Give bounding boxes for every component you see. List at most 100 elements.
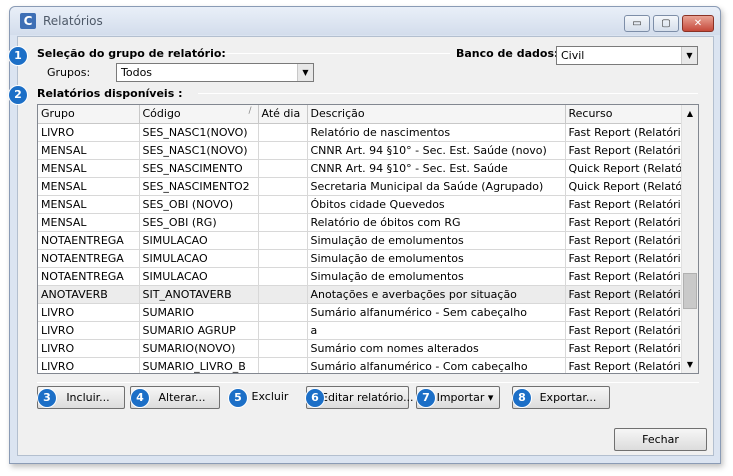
section-divider xyxy=(198,93,698,94)
cell-ate-dia xyxy=(258,303,308,322)
reports-section-heading: Relatórios disponíveis : xyxy=(37,87,183,100)
table-row[interactable]: LIVRO SUMARIO_LIVRO_B Sumário alfanumérico… xyxy=(38,357,691,373)
incluir-label: Incluir... xyxy=(66,391,110,404)
cell-grupo: MENSAL xyxy=(38,159,140,178)
cell-ate-dia xyxy=(258,267,308,286)
column-header-codigo[interactable]: Código / xyxy=(139,105,259,124)
chevron-down-icon[interactable]: ▼ xyxy=(297,64,313,81)
cell-ate-dia xyxy=(258,159,308,178)
cell-codigo: SES_OBI (RG) xyxy=(139,213,259,232)
groups-select[interactable]: Todos ▼ xyxy=(116,63,314,82)
fechar-button[interactable]: Fechar xyxy=(614,428,707,451)
database-select[interactable]: Civil ▼ xyxy=(556,46,698,65)
table-row[interactable]: NOTAENTREGA SIMULACAO Simulação de emolume… xyxy=(38,231,691,250)
cell-ate-dia xyxy=(258,321,308,340)
reports-grid: Grupo Código / Até dia Descrição Recurso… xyxy=(38,105,691,373)
cell-recurso: Quick Report (Relatóri xyxy=(565,159,691,178)
exportar-label: Exportar... xyxy=(539,391,597,404)
cell-recurso: Fast Report (Relatório xyxy=(565,123,691,142)
badge-8: 8 xyxy=(513,389,531,407)
title-bar[interactable]: C Relatórios ▭ ▢ ✕ xyxy=(10,7,720,35)
cell-ate-dia xyxy=(258,195,308,214)
table-row[interactable]: MENSAL SES_NASCIMENTO2 Secretaria Municipa… xyxy=(38,177,691,196)
column-header-recurso[interactable]: Recurso xyxy=(565,105,691,124)
cell-codigo: SES_NASC1(NOVO) xyxy=(139,141,259,160)
table-row[interactable]: LIVRO SUMARIO Sumário alfanumérico - Sem c… xyxy=(38,303,691,322)
table-row[interactable]: NOTAENTREGA SIMULACAO Simulação de emolume… xyxy=(38,267,691,286)
cell-ate-dia xyxy=(258,123,308,142)
cell-codigo: SES_NASCIMENTO2 xyxy=(139,177,259,196)
cell-recurso: Fast Report (Relatório xyxy=(565,267,691,286)
scrollbar-thumb[interactable] xyxy=(683,273,697,309)
cell-grupo: MENSAL xyxy=(38,141,140,160)
cell-recurso: Fast Report (Relatório xyxy=(565,195,691,214)
table-row[interactable]: LIVRO SES_NASC1(NOVO) Relatório de nascime… xyxy=(38,123,691,142)
window-title: Relatórios xyxy=(43,14,103,28)
cell-descricao: Simulação de emolumentos xyxy=(307,267,566,286)
cell-recurso: Fast Report (Relatório xyxy=(565,357,691,373)
cell-grupo: LIVRO xyxy=(38,339,140,358)
cell-descricao: Simulação de emolumentos xyxy=(307,231,566,250)
cell-descricao: Secretaria Municipal da Saúde (Agrupado) xyxy=(307,177,566,196)
importar-label: Importar ▾ xyxy=(436,391,494,404)
cell-codigo: SUMARIO_LIVRO_B xyxy=(139,357,259,373)
cell-grupo: LIVRO xyxy=(38,321,140,340)
cell-recurso: Fast Report (Relatório xyxy=(565,321,691,340)
cell-grupo: MENSAL xyxy=(38,177,140,196)
badge-5: 5 xyxy=(229,389,247,407)
table-row[interactable]: MENSAL SES_OBI (RG) Relatório de óbitos co… xyxy=(38,213,691,232)
column-header-grupo[interactable]: Grupo xyxy=(38,105,140,124)
groups-label: Grupos: xyxy=(47,66,91,79)
cell-grupo: MENSAL xyxy=(38,195,140,214)
cell-ate-dia xyxy=(258,357,308,373)
minimize-button[interactable]: ▭ xyxy=(624,15,650,32)
cell-ate-dia xyxy=(258,177,308,196)
cell-ate-dia xyxy=(258,339,308,358)
cell-grupo: NOTAENTREGA xyxy=(38,231,140,250)
cell-codigo: SIT_ANOTAVERB xyxy=(139,285,259,304)
cell-descricao: CNNR Art. 94 §10° - Sec. Est. Saúde xyxy=(307,159,566,178)
cell-descricao: a xyxy=(307,321,566,340)
scroll-up-icon[interactable]: ▲ xyxy=(682,105,698,122)
table-row[interactable]: LIVRO SUMARIO AGRUP a Fast Report (Relatóri… xyxy=(38,321,691,340)
table-row[interactable]: MENSAL SES_NASC1(NOVO) CNNR Art. 94 §10° -… xyxy=(38,141,691,160)
cell-descricao: Simulação de emolumentos xyxy=(307,249,566,268)
cell-recurso: Fast Report (Relatório xyxy=(565,249,691,268)
cell-grupo: LIVRO xyxy=(38,303,140,322)
cell-codigo: SUMARIO(NOVO) xyxy=(139,339,259,358)
cell-ate-dia xyxy=(258,231,308,250)
cell-codigo: SES_NASCIMENTO xyxy=(139,159,259,178)
column-header-descricao[interactable]: Descrição xyxy=(307,105,566,124)
section-divider xyxy=(222,53,450,54)
cell-recurso: Quick Report (Relatóri xyxy=(565,177,691,196)
table-row[interactable]: NOTAENTREGA SIMULACAO Simulação de emolume… xyxy=(38,249,691,268)
cell-codigo: SIMULACAO xyxy=(139,267,259,286)
column-header-codigo-label: Código xyxy=(142,107,181,121)
column-header-ate-dia[interactable]: Até dia xyxy=(258,105,308,124)
table-row[interactable]: MENSAL SES_OBI (NOVO) Óbitos cidade Queved… xyxy=(38,195,691,214)
alterar-label: Alterar... xyxy=(158,391,206,404)
cell-codigo: SIMULACAO xyxy=(139,231,259,250)
cell-recurso: Fast Report (Relatório xyxy=(565,141,691,160)
cell-codigo: SUMARIO AGRUP xyxy=(139,321,259,340)
table-row[interactable]: MENSAL SES_NASCIMENTO CNNR Art. 94 §10° - … xyxy=(38,159,691,178)
table-row[interactable]: ANOTAVERB SIT_ANOTAVERB Anotações e averba… xyxy=(38,285,691,304)
reports-table[interactable]: Grupo Código / Até dia Descrição Recurso… xyxy=(37,104,699,374)
group-section-heading: Seleção do grupo de relatório: xyxy=(37,47,226,60)
badge-4: 4 xyxy=(131,389,149,407)
table-row[interactable]: LIVRO SUMARIO(NOVO) Sumário com nomes alte… xyxy=(38,339,691,358)
cell-grupo: NOTAENTREGA xyxy=(38,267,140,286)
close-window-button[interactable]: ✕ xyxy=(682,15,714,32)
app-icon: C xyxy=(20,13,36,29)
cell-recurso: Fast Report (Relatório xyxy=(565,339,691,358)
cell-descricao: Sumário com nomes alterados xyxy=(307,339,566,358)
maximize-button[interactable]: ▢ xyxy=(653,15,679,32)
badge-7: 7 xyxy=(417,389,435,407)
cell-descricao: Óbitos cidade Quevedos xyxy=(307,195,566,214)
cell-codigo: SUMARIO xyxy=(139,303,259,322)
vertical-scrollbar[interactable]: ▲ ▼ xyxy=(681,105,698,373)
cell-recurso: Fast Report (Relatório xyxy=(565,213,691,232)
cell-codigo: SES_NASC1(NOVO) xyxy=(139,123,259,142)
scroll-down-icon[interactable]: ▼ xyxy=(682,356,698,373)
chevron-down-icon[interactable]: ▼ xyxy=(681,47,697,64)
